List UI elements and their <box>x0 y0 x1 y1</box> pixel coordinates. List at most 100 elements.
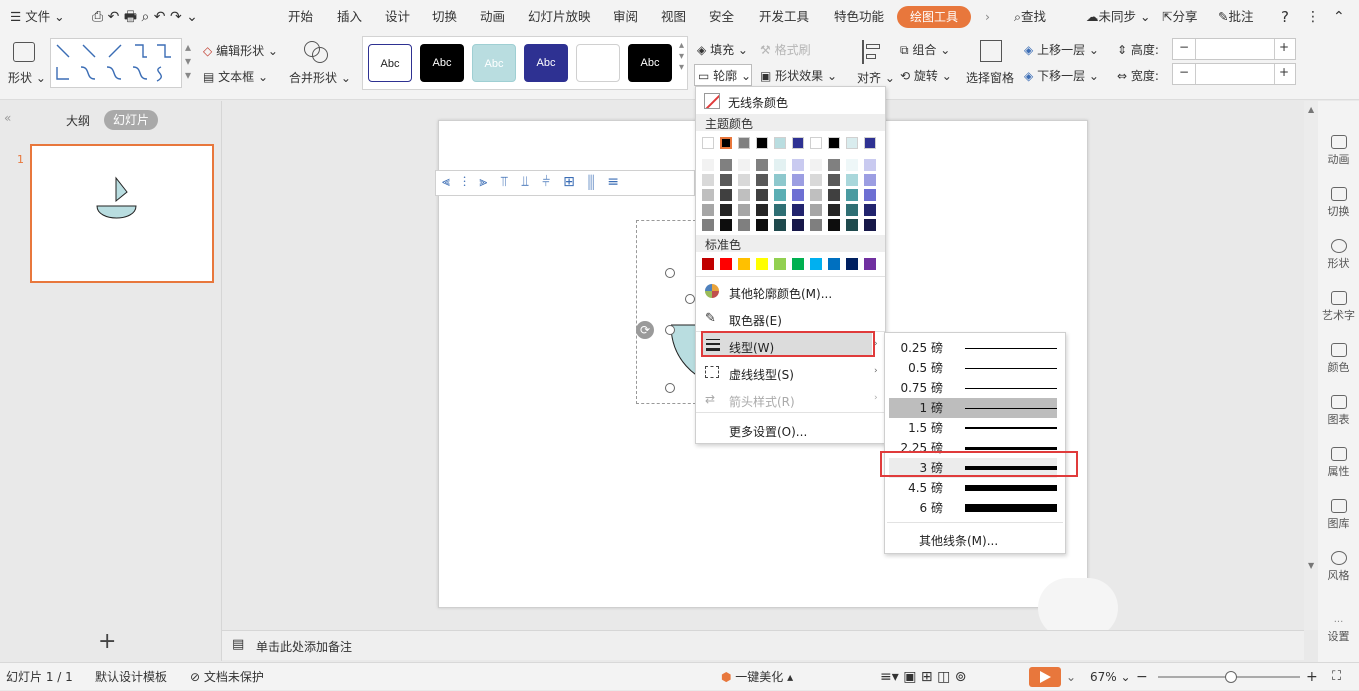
sidebar-properties[interactable]: 属性 <box>1318 447 1359 479</box>
shape-icon[interactable] <box>13 42 35 62</box>
tab-security[interactable]: 安全 <box>709 0 734 34</box>
theme-shade-swatch[interactable] <box>720 219 732 231</box>
theme-shade-swatch[interactable] <box>756 189 768 201</box>
height-decrease[interactable]: − <box>1179 40 1189 54</box>
more-outline-colors-item[interactable]: 其他轮廓颜色(M)... <box>729 285 832 302</box>
tab-outline[interactable]: 大纲 <box>66 112 90 129</box>
standard-color-swatch[interactable] <box>720 258 732 270</box>
sidebar-shape[interactable]: 形状 <box>1318 239 1359 271</box>
zoom-slider-thumb[interactable] <box>1225 671 1238 683</box>
share-button[interactable]: ⇱分享 <box>1162 0 1198 34</box>
tab-animation[interactable]: 动画 <box>480 0 505 34</box>
tab-review[interactable]: 审阅 <box>613 0 638 34</box>
play-options[interactable]: ⌄ <box>1066 663 1076 691</box>
theme-color-swatch[interactable] <box>738 137 750 149</box>
rotate-button[interactable]: ⟲ 旋转 ⌄ <box>900 67 952 84</box>
line-weight-option[interactable]: 0.25 磅 <box>889 338 1057 358</box>
sidebar-chart[interactable]: 图表 <box>1318 395 1359 427</box>
sidebar-color[interactable]: 颜色 <box>1318 343 1359 375</box>
sidebar-style[interactable]: 风格 <box>1318 551 1359 583</box>
theme-shade-swatch[interactable] <box>756 159 768 171</box>
theme-shade-swatch[interactable] <box>738 174 750 186</box>
play-button[interactable] <box>1029 667 1061 687</box>
theme-shade-swatch[interactable] <box>792 159 804 171</box>
rotate-handle-icon[interactable]: ⟳ <box>636 321 654 339</box>
theme-shade-swatch[interactable] <box>774 189 786 201</box>
gallery-scroll[interactable]: ▴ ▾ ▾ <box>185 40 191 82</box>
view-modes[interactable]: ≡▾ ▣ ⊞ ◫ ⊚ <box>880 663 966 691</box>
line-shapes-gallery[interactable] <box>50 38 182 88</box>
sidebar-gallery[interactable]: 图库 <box>1318 499 1359 531</box>
notes-bar[interactable]: ▤ 单击此处添加备注 <box>222 630 1304 660</box>
theme-shade-swatch[interactable] <box>774 204 786 216</box>
standard-color-swatch[interactable] <box>846 258 858 270</box>
search-button[interactable]: ⌕查找 <box>1014 0 1046 34</box>
beautify-button[interactable]: ⬢ 一键美化 ▴ <box>721 663 793 691</box>
resize-handle[interactable] <box>665 383 675 393</box>
theme-shade-swatch[interactable] <box>810 204 822 216</box>
style-gallery-scroll[interactable]: ▴ ▾ ▾ <box>679 40 684 73</box>
theme-shade-swatch[interactable] <box>756 174 768 186</box>
dash-type-item[interactable]: 虚线线型(S) <box>729 366 794 383</box>
theme-shade-swatch[interactable] <box>702 174 714 186</box>
theme-shade-swatch[interactable] <box>828 159 840 171</box>
theme-shade-swatch[interactable] <box>846 189 858 201</box>
zoom-level[interactable]: 67% ⌄ <box>1090 663 1131 691</box>
tab-insert[interactable]: 插入 <box>337 0 362 34</box>
more-settings-item[interactable]: 更多设置(O)... <box>729 423 807 440</box>
slide-thumbnail[interactable] <box>30 144 214 283</box>
style-preset-6[interactable]: Abc <box>628 44 672 82</box>
align-icon[interactable] <box>862 40 882 64</box>
more-lines-item[interactable]: 其他线条(M)... <box>919 532 998 549</box>
theme-shade-swatch[interactable] <box>774 174 786 186</box>
theme-shade-swatch[interactable] <box>738 159 750 171</box>
theme-color-swatch[interactable] <box>864 137 876 149</box>
theme-shade-swatch[interactable] <box>846 204 858 216</box>
theme-shade-swatch[interactable] <box>702 219 714 231</box>
theme-shade-swatch[interactable] <box>738 219 750 231</box>
line-weight-option[interactable]: 0.75 磅 <box>889 378 1057 398</box>
theme-shade-swatch[interactable] <box>864 174 876 186</box>
width-decrease[interactable]: − <box>1179 65 1189 79</box>
text-box-button[interactable]: ▤ 文本框 ⌄ <box>203 68 268 85</box>
theme-color-swatch[interactable] <box>756 137 768 149</box>
standard-color-swatch[interactable] <box>810 258 822 270</box>
zoom-in-button[interactable]: + <box>1306 663 1318 691</box>
theme-shade-swatch[interactable] <box>774 219 786 231</box>
style-preset-2[interactable]: Abc <box>420 44 464 82</box>
height-field[interactable]: − + <box>1172 38 1296 60</box>
line-weight-option[interactable]: 1 磅 <box>889 398 1057 418</box>
file-menu[interactable]: ☰ 文件 ⌄ <box>10 0 65 34</box>
width-increase[interactable]: + <box>1279 65 1289 79</box>
theme-shade-swatch[interactable] <box>720 174 732 186</box>
help-icon[interactable]: ? <box>1281 0 1289 34</box>
tab-view[interactable]: 视图 <box>661 0 686 34</box>
resize-handle[interactable] <box>685 294 695 304</box>
tab-features[interactable]: 特色功能 <box>834 0 884 34</box>
collapse-ribbon-icon[interactable]: ⌃ <box>1333 0 1345 34</box>
tab-design[interactable]: 设计 <box>385 0 410 34</box>
line-weight-option[interactable]: 0.5 磅 <box>889 358 1057 378</box>
theme-color-swatch[interactable] <box>720 137 732 149</box>
merge-shapes-icon[interactable] <box>304 41 328 63</box>
theme-shade-swatch[interactable] <box>738 189 750 201</box>
theme-color-swatch[interactable] <box>774 137 786 149</box>
add-slide-button[interactable]: + <box>98 629 116 654</box>
standard-color-swatch[interactable] <box>774 258 786 270</box>
no-line-color-item[interactable]: 无线条颜色 <box>728 94 788 111</box>
merge-shapes-button[interactable]: 合并形状 ⌄ <box>289 69 351 86</box>
standard-color-swatch[interactable] <box>702 258 714 270</box>
theme-color-swatch[interactable] <box>810 137 822 149</box>
theme-shade-swatch[interactable] <box>792 189 804 201</box>
tab-slides[interactable]: 幻灯片 <box>104 110 158 130</box>
theme-shade-swatch[interactable] <box>756 219 768 231</box>
eyedropper-item[interactable]: 取色器(E) <box>729 312 782 329</box>
design-template[interactable]: 默认设计模板 <box>95 663 167 691</box>
line-weight-option[interactable]: 6 磅 <box>889 498 1057 518</box>
theme-shade-swatch[interactable] <box>720 204 732 216</box>
theme-shade-swatch[interactable] <box>792 174 804 186</box>
theme-shade-swatch[interactable] <box>810 189 822 201</box>
resize-handle[interactable] <box>665 268 675 278</box>
vertical-scrollbar[interactable]: ▲ ▼ <box>1304 101 1318 630</box>
standard-color-swatch[interactable] <box>756 258 768 270</box>
